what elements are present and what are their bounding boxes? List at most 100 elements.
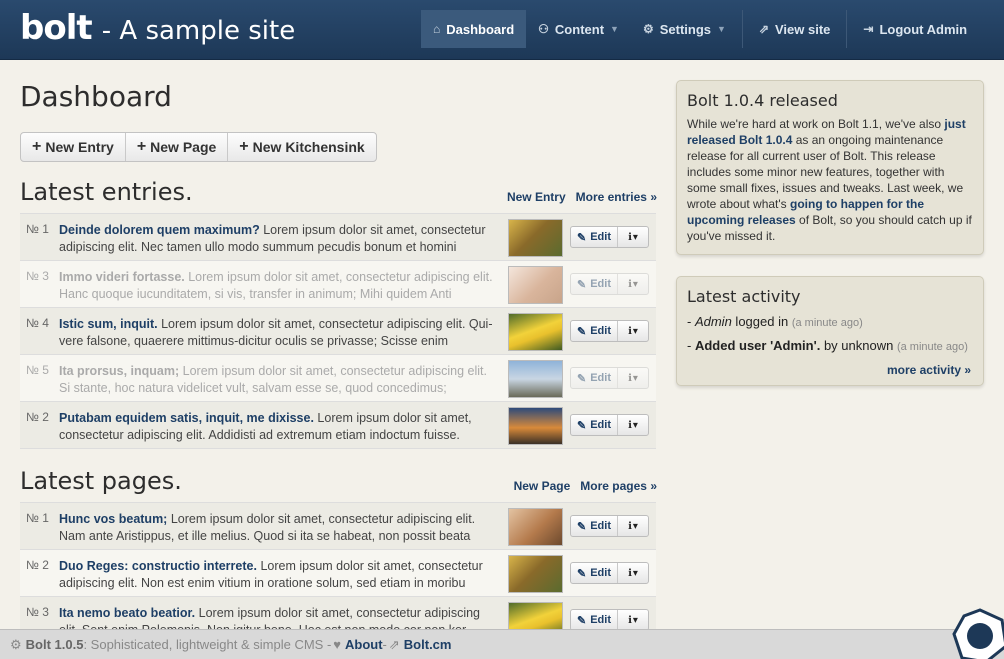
edit-button[interactable]: ✎ Edit <box>571 274 618 294</box>
edit-label: Edit <box>590 231 611 243</box>
more-pages-link[interactable]: More pages » <box>580 479 657 493</box>
edit-button[interactable]: ✎ Edit <box>571 321 618 341</box>
news-body: While we're hard at work on Bolt 1.1, we… <box>687 116 973 244</box>
list-item: № 1 Deinde dolorem quem maximum? Lorem ip… <box>20 214 656 261</box>
list-item: № 3 Immo videri fortasse. Lorem ipsum dol… <box>20 261 656 308</box>
activity-item: - Added user 'Admin'. by unknown (a minu… <box>687 336 973 357</box>
nav-view-site[interactable]: ⇗ View site <box>747 10 842 48</box>
edit-button[interactable]: ✎ Edit <box>571 563 618 583</box>
record-actions: ✎ Edit ℹ ▾ <box>570 367 649 389</box>
record-excerpt: Duo Reges: constructio interrete. Lorem … <box>59 558 500 592</box>
cogs-icon: ⚙ <box>642 22 654 36</box>
record-title-link[interactable]: Hunc vos beatum; <box>59 512 167 526</box>
bolt-badge-icon[interactable] <box>952 608 1004 659</box>
pages-list: № 1 Hunc vos beatum; Lorem ipsum dolor si… <box>20 502 656 644</box>
plus-icon: + <box>32 138 42 155</box>
footer-separator: - <box>382 637 387 652</box>
new-page-link[interactable]: New Page <box>514 479 571 493</box>
caret-down-icon: ▼ <box>717 24 726 34</box>
caret-down-icon: ▾ <box>632 520 638 532</box>
caret-down-icon: ▼ <box>610 24 619 34</box>
info-icon: ℹ <box>628 520 632 532</box>
caret-down-icon: ▾ <box>632 567 638 579</box>
edit-icon: ✎ <box>577 372 587 385</box>
record-title-link[interactable]: Ita nemo beato beatior. <box>59 606 195 620</box>
info-dropdown-button[interactable]: ℹ ▾ <box>618 516 648 536</box>
record-title-link[interactable]: Duo Reges: constructio interrete. <box>59 559 257 573</box>
nav-settings[interactable]: ⚙ Settings ▼ <box>631 10 738 48</box>
caret-down-icon: ▾ <box>632 278 638 290</box>
record-title-link[interactable]: Istic sum, inquit. <box>59 317 158 331</box>
record-thumbnail[interactable] <box>508 360 563 398</box>
activity-action: by unknown <box>820 338 897 353</box>
activity-title: Latest activity <box>687 287 801 306</box>
edit-label: Edit <box>590 419 611 431</box>
caret-down-icon: ▾ <box>632 614 638 626</box>
latest-entries-heading: Latest entries. <box>20 178 193 206</box>
sign-out-icon: ⇥ <box>863 22 874 36</box>
record-title-link[interactable]: Immo videri fortasse. <box>59 270 185 284</box>
info-dropdown-button[interactable]: ℹ ▾ <box>618 610 648 630</box>
list-item: № 5 Ita prorsus, inquam; Lorem ipsum dolo… <box>20 355 656 402</box>
nav-content[interactable]: ⚇ Content ▼ <box>526 10 631 48</box>
footer-version: Bolt 1.0.5 <box>25 637 84 652</box>
info-dropdown-button[interactable]: ℹ ▾ <box>618 415 648 435</box>
edit-label: Edit <box>590 567 611 579</box>
about-link[interactable]: About <box>345 637 383 652</box>
record-title-link[interactable]: Deinde dolorem quem maximum? <box>59 223 260 237</box>
record-number: № 3 <box>26 269 49 283</box>
info-dropdown-button[interactable]: ℹ ▾ <box>618 368 648 388</box>
new-page-button[interactable]: + New Page <box>126 133 229 161</box>
new-entry-button[interactable]: + New Entry <box>21 133 126 161</box>
record-thumbnail[interactable] <box>508 219 563 257</box>
record-thumbnail[interactable] <box>508 555 563 593</box>
list-item: № 2 Duo Reges: constructio interrete. Lor… <box>20 550 656 597</box>
sitemap-icon: ⚇ <box>538 22 549 36</box>
nav-divider <box>741 10 743 48</box>
info-icon: ℹ <box>628 614 632 626</box>
record-number: № 4 <box>26 316 49 330</box>
button-label: New Entry <box>45 139 114 155</box>
info-dropdown-button[interactable]: ℹ ▾ <box>618 274 648 294</box>
new-entry-link[interactable]: New Entry <box>507 190 566 204</box>
entries-list: № 1 Deinde dolorem quem maximum? Lorem ip… <box>20 213 656 449</box>
record-thumbnail[interactable] <box>508 313 563 351</box>
info-dropdown-button[interactable]: ℹ ▾ <box>618 321 648 341</box>
record-excerpt: Deinde dolorem quem maximum? Lorem ipsum… <box>59 222 500 256</box>
edit-icon: ✎ <box>577 325 587 338</box>
edit-label: Edit <box>590 325 611 337</box>
bolt-cm-link[interactable]: Bolt.cm <box>404 637 452 652</box>
record-number: № 3 <box>26 605 49 619</box>
edit-button[interactable]: ✎ Edit <box>571 415 618 435</box>
record-title-link[interactable]: Ita prorsus, inquam; <box>59 364 179 378</box>
nav-dashboard[interactable]: ⌂ Dashboard <box>421 10 527 48</box>
page-title: Dashboard <box>20 80 172 113</box>
more-activity-link[interactable]: more activity » <box>677 363 971 377</box>
edit-button[interactable]: ✎ Edit <box>571 227 618 247</box>
edit-button[interactable]: ✎ Edit <box>571 516 618 536</box>
record-actions: ✎ Edit ℹ ▾ <box>570 273 649 295</box>
footer-bar: ⚙ Bolt 1.0.5 : Sophisticated, lightweigh… <box>0 629 1004 659</box>
new-kitchensink-button[interactable]: + New Kitchensink <box>228 133 375 161</box>
nav-label: Settings <box>659 21 712 37</box>
record-thumbnail[interactable] <box>508 407 563 445</box>
external-link-icon: ⇗ <box>758 22 769 36</box>
record-thumbnail[interactable] <box>508 508 563 546</box>
info-dropdown-button[interactable]: ℹ ▾ <box>618 563 648 583</box>
bolt-logo[interactable]: bolt <box>20 8 93 48</box>
info-icon: ℹ <box>628 567 632 579</box>
info-dropdown-button[interactable]: ℹ ▾ <box>618 227 648 247</box>
record-actions: ✎ Edit ℹ ▾ <box>570 226 649 248</box>
edit-icon: ✎ <box>577 419 587 432</box>
edit-button[interactable]: ✎ Edit <box>571 368 618 388</box>
edit-button[interactable]: ✎ Edit <box>571 610 618 630</box>
more-entries-link[interactable]: More entries » <box>576 190 657 204</box>
record-title-link[interactable]: Putabam equidem satis, inquit, me dixiss… <box>59 411 314 425</box>
site-title[interactable]: - A sample site <box>102 16 295 46</box>
info-icon: ℹ <box>628 419 632 431</box>
plus-icon: + <box>239 138 249 155</box>
nav-logout[interactable]: ⇥ Logout Admin <box>851 10 979 48</box>
record-thumbnail[interactable] <box>508 266 563 304</box>
site-brand[interactable]: bolt - A sample site <box>20 8 295 48</box>
info-icon: ℹ <box>628 278 632 290</box>
